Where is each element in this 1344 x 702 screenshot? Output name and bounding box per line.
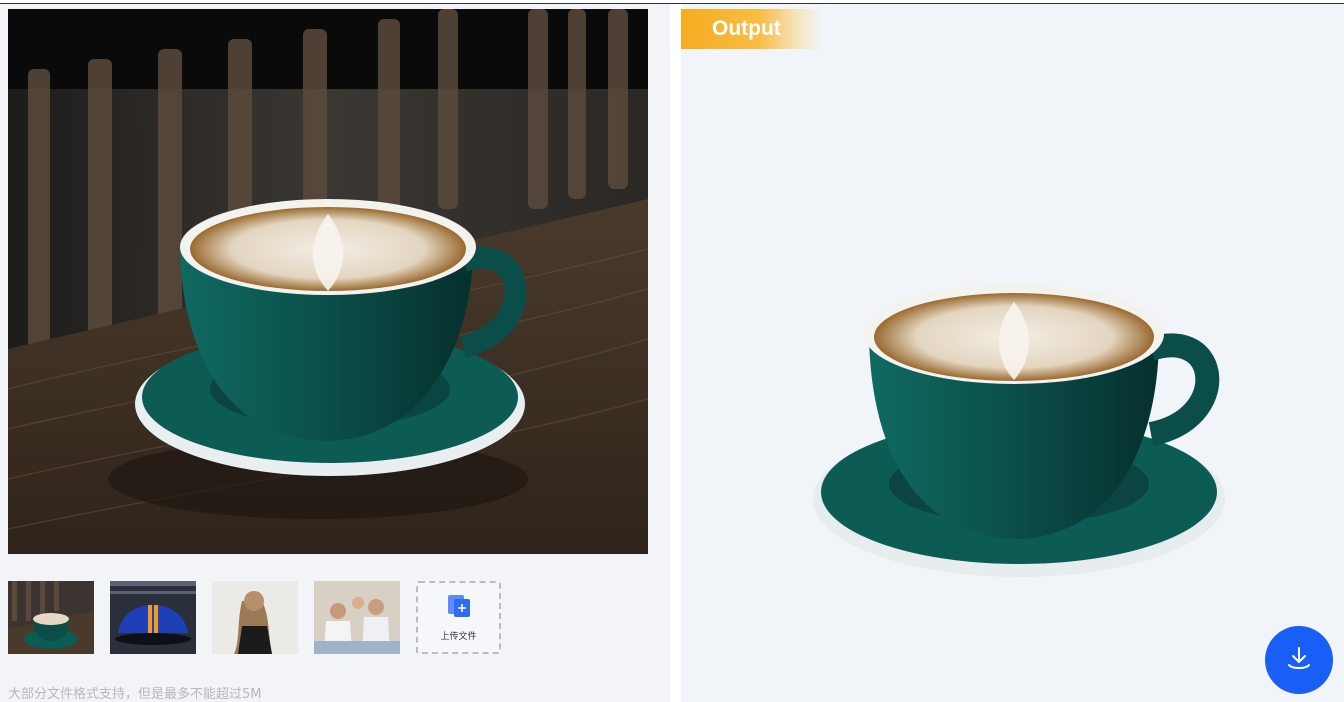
upload-file-icon bbox=[446, 593, 472, 623]
input-image bbox=[8, 9, 648, 554]
download-icon bbox=[1285, 644, 1313, 676]
thumb-family[interactable] bbox=[314, 581, 400, 654]
download-button[interactable] bbox=[1265, 626, 1333, 694]
thumb-sports-car[interactable] bbox=[110, 581, 196, 654]
upload-file-label: 上传文件 bbox=[440, 632, 477, 642]
output-tag: Output bbox=[681, 9, 823, 49]
thumb-woman-hair[interactable] bbox=[212, 581, 298, 654]
upload-file-button[interactable]: 上传文件 bbox=[416, 581, 501, 654]
file-format-hint: 大部分文件格式支持，但是最多不能超过5M bbox=[8, 687, 262, 702]
input-panel: 上传文件 大部分文件格式支持，但是最多不能超过5M bbox=[0, 4, 670, 702]
panel-divider bbox=[670, 4, 681, 702]
thumb-coffee-cup[interactable] bbox=[8, 581, 94, 654]
output-panel: Output bbox=[681, 4, 1344, 702]
output-image bbox=[811, 274, 1231, 584]
